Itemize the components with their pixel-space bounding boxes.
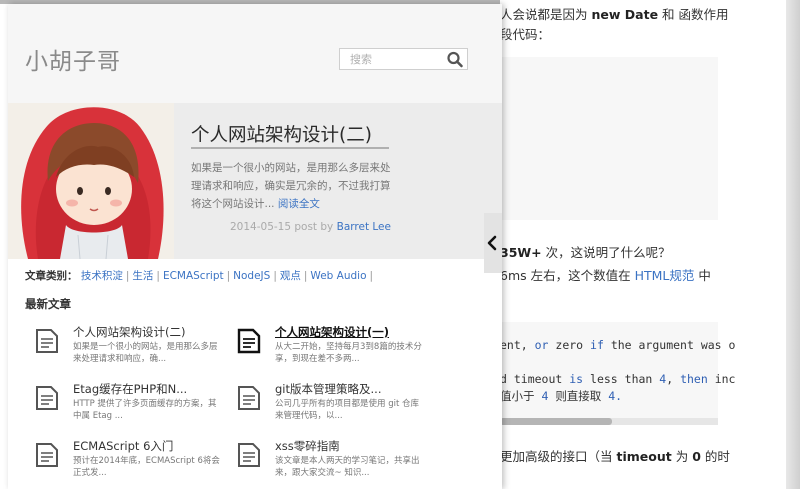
category-list: 文章类别： 技术积淀 | 生活 | ECMAScript | NodeJS | 观点 | Web A… [25,270,374,282]
author-link[interactable]: Barret Lee [337,221,391,233]
background-article: 人会说都是因为 new Date 和 函数作用 段代码： 35W+ 次，这说明了… [500,0,800,489]
document-icon [35,442,59,468]
recent-post-item[interactable]: ECMAScript 6入门 预计在2014年底，ECMAScript 6将会正… [25,438,225,488]
code-block [500,57,718,220]
code-line: d timeout is less than 4, then inc [500,372,736,386]
featured-post-illustration[interactable] [8,103,174,259]
chevron-left-icon [487,235,497,251]
recent-post-item[interactable]: xss零碎指南 该文章是本人两天的学习笔记，共享出来，跟大家交流~ 知识... [227,438,427,488]
recent-post-item[interactable]: git版本管理策略及... 公司几乎所有的项目都是使用 git 仓库来管理代码，… [227,381,427,431]
category-link[interactable]: NodeJS [233,270,270,282]
document-icon [237,385,261,411]
document-icon [35,328,59,354]
search-input[interactable] [340,49,440,69]
article-line: 段代码： [500,27,551,42]
article-line: 6ms 左右，这个数值在 HTML规范 中 [500,268,711,283]
article-line: 人会说都是因为 new Date 和 函数作用 [500,7,729,22]
article-line: 更加高级的接口（当 timeout 为 0 的时 [500,449,730,464]
code-scrollbar[interactable] [500,418,718,425]
post-date: 2014-05-15 [230,221,292,233]
recent-post-title[interactable]: Etag缓存在PHP和N... [73,381,223,397]
category-label: 文章类别： [25,270,78,282]
site-title[interactable]: 小胡子哥 [25,42,121,76]
recent-post-item[interactable]: Etag缓存在PHP和N... HTTP 提供了许多页面缓存的方案，其中属 Et… [25,381,225,431]
featured-post: 个人网站架构设计(二) 如果是一个很小的网站，是用那么多层来处理请求和响应，确实… [8,103,502,259]
recent-post-title[interactable]: 个人网站架构设计(一) [275,324,425,340]
recent-post-title[interactable]: xss零碎指南 [275,438,425,454]
category-link[interactable]: ECMAScript [163,270,224,282]
featured-post-excerpt: 如果是一个很小的网站，是用那么多层来处理请求和响应，确实是冗余的，不过我打算将这… [191,162,391,210]
recent-posts-heading: 最新文章 [25,297,71,311]
category-link[interactable]: 观点 [280,270,301,282]
sidebar-panel: 小胡子哥 搜索 个人网站架构设计(二) 如果是一个很小的网站，是用那么多层来处理… [8,4,502,489]
recent-post-excerpt: 如果是一个很小的网站，是用那么多层来处理请求和响应，确... [73,342,218,364]
category-link[interactable]: 技术积淀 [81,270,123,282]
post-by-label: post by [294,221,334,233]
code-line: ent, or zero if the argument was o [500,338,736,352]
document-icon [35,385,59,411]
document-icon [237,328,261,354]
html-spec-link[interactable]: HTML规范 [635,268,695,283]
search-box [339,48,468,70]
window-edge [786,0,800,489]
category-link[interactable]: 生活 [132,270,153,282]
featured-post-title[interactable]: 个人网站架构设计(二) [191,121,372,147]
code-scrollbar-thumb[interactable] [500,418,612,425]
recent-post-excerpt: 公司几乎所有的项目都是使用 git 仓库来管理代码，以... [275,399,419,421]
article-line: 35W+ 次，这说明了什么呢？ [500,245,671,260]
recent-post-title[interactable]: 个人网站架构设计(二) [73,324,223,340]
collapse-sidebar-button[interactable] [484,213,502,273]
recent-post-title[interactable]: git版本管理策略及... [275,381,425,397]
recent-post-excerpt: 该文章是本人两天的学习笔记，共享出来，跟大家交流~ 知识... [275,456,420,478]
search-icon[interactable] [446,51,464,68]
recent-post-item[interactable]: 个人网站架构设计(一) 从大二开始，坚持每月3到8篇的技术分享，到现在差不多两.… [227,324,427,374]
recent-post-excerpt: HTTP 提供了许多页面缓存的方案，其中属 Etag ... [73,399,217,421]
featured-title-underline [191,147,389,149]
recent-post-item[interactable]: 个人网站架构设计(二) 如果是一个很小的网站，是用那么多层来处理请求和响应，确.… [25,324,225,374]
code-line: 值小于 4 则直接取 4. [500,389,623,403]
recent-post-title[interactable]: ECMAScript 6入门 [73,438,223,454]
category-link[interactable]: Web Audio [310,270,366,282]
featured-post-meta: 2014-05-15 post by Barret Lee [230,221,391,233]
recent-post-excerpt: 预计在2014年底，ECMAScript 6将会正式发... [73,456,220,478]
read-more-link[interactable]: 阅读全文 [278,198,320,210]
document-icon [237,442,261,468]
recent-post-excerpt: 从大二开始，坚持每月3到8篇的技术分享，到现在差不多两... [275,342,422,364]
sidebar-header: 小胡子哥 [8,4,502,103]
